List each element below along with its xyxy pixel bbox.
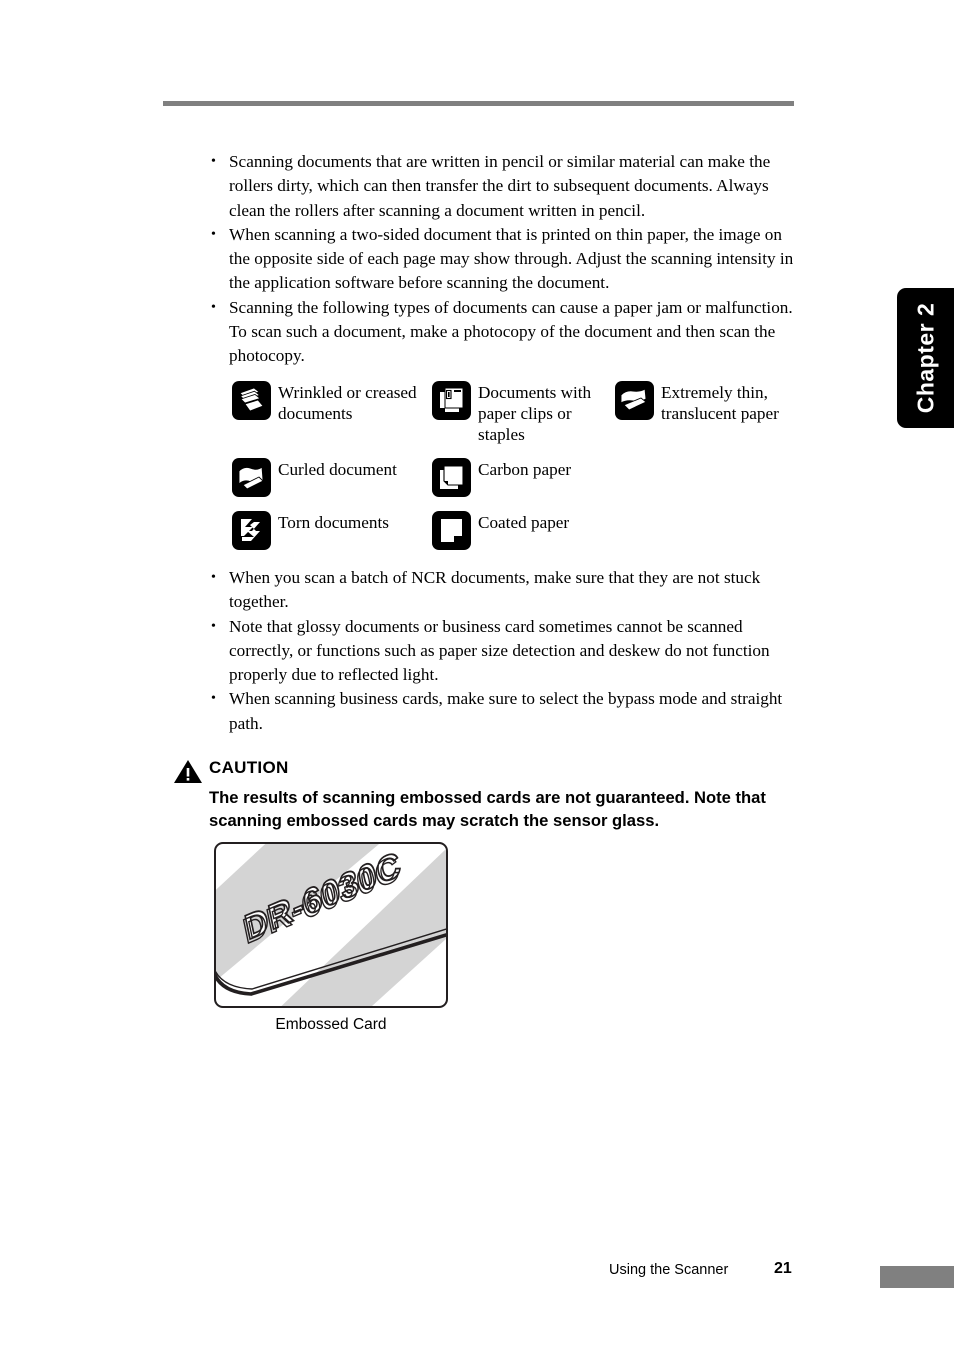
- header-rule: [163, 101, 794, 106]
- icon-label: Curled document: [278, 460, 397, 479]
- caution-header: CAUTION: [173, 758, 798, 784]
- icon-cell-carbon: Carbon paper: [432, 458, 615, 497]
- icon-label: Wrinkled or creased documents: [278, 383, 417, 423]
- list-item: Scanning the following types of document…: [207, 296, 807, 369]
- footer-page-number: 21: [774, 1260, 792, 1277]
- icon-cell-coated: Coated paper: [432, 511, 615, 550]
- icon-cell-torn: Torn documents: [232, 511, 432, 550]
- chapter-tab: Chapter 2: [897, 288, 954, 428]
- embossed-card-illustration: DR-6030C DR-6030C: [214, 842, 448, 1008]
- warning-triangle-icon: [173, 759, 203, 784]
- icon-label: Coated paper: [478, 513, 570, 532]
- icon-grid-row: Torn documents Coated paper: [232, 511, 807, 550]
- icon-grid-row: Curled document Carbon paper: [232, 458, 807, 497]
- embossed-card-figure: DR-6030C DR-6030C Embossed Card: [214, 842, 448, 1034]
- icon-label: Extremely thin, translucent paper: [661, 383, 779, 423]
- page-content: Scanning documents that are written in p…: [207, 150, 807, 369]
- paper-clips-staples-icon: [432, 381, 471, 420]
- footer-edge-bar: [880, 1266, 954, 1288]
- coated-paper-icon: [432, 511, 471, 550]
- translucent-paper-icon: [615, 381, 654, 420]
- icon-cell-curled: Curled document: [232, 458, 432, 497]
- caution-title: CAUTION: [209, 758, 289, 777]
- curled-document-icon: [232, 458, 271, 497]
- icon-cell-wrinkled: Wrinkled or creased documents: [232, 381, 432, 424]
- list-item: When scanning business cards, make sure …: [207, 687, 807, 736]
- caution-body: The results of scanning embossed cards a…: [209, 788, 766, 830]
- icon-label: Documents with paper clips or staples: [478, 383, 592, 444]
- icon-cell-paperclips: Documents with paper clips or staples: [432, 381, 615, 445]
- list-item: When you scan a batch of NCR documents, …: [207, 566, 807, 615]
- list-item: When scanning a two-sided document that …: [207, 223, 807, 296]
- notes-top-list: Scanning documents that are written in p…: [207, 150, 807, 369]
- footer-section-label: Using the Scanner: [609, 1262, 729, 1278]
- page-content-lower: When you scan a batch of NCR documents, …: [207, 566, 807, 736]
- caution-block: CAUTION The results of scanning embossed…: [173, 758, 798, 832]
- icon-label: Torn documents: [278, 513, 389, 532]
- torn-documents-icon: [232, 511, 271, 550]
- chapter-tab-label: Chapter 2: [912, 302, 938, 414]
- carbon-paper-icon: [432, 458, 471, 497]
- document-type-icon-grid: Wrinkled or creased documents Documents …: [232, 381, 807, 550]
- list-item: Note that glossy documents or business c…: [207, 615, 807, 688]
- icon-grid-row: Wrinkled or creased documents Documents …: [232, 381, 807, 445]
- notes-bottom-list: When you scan a batch of NCR documents, …: [207, 566, 807, 736]
- list-item: Scanning documents that are written in p…: [207, 150, 807, 223]
- wrinkled-documents-icon: [232, 381, 271, 420]
- figure-caption: Embossed Card: [275, 1016, 387, 1033]
- icon-label: Carbon paper: [478, 460, 572, 479]
- icon-cell-translucent: Extremely thin, translucent paper: [615, 381, 805, 424]
